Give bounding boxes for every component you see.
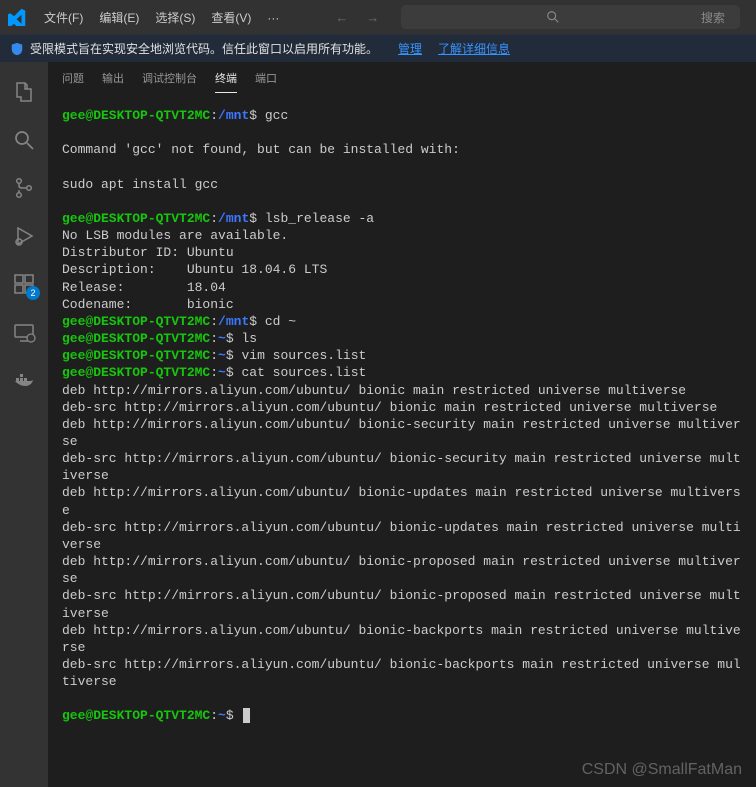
restricted-mode-bar: 受限模式旨在实现安全地浏览代码。信任此窗口以启用所有功能。 管理了解详细信息	[0, 34, 756, 62]
terminal-line: gee@DESKTOP-QTVT2MC:~$ vim sources.list	[62, 347, 742, 364]
terminal-line	[62, 690, 742, 707]
terminal-line: gee@DESKTOP-QTVT2MC:~$ ls	[62, 330, 742, 347]
terminal-line: deb-src http://mirrors.aliyun.com/ubuntu…	[62, 656, 742, 690]
terminal-line: deb http://mirrors.aliyun.com/ubuntu/ bi…	[62, 382, 742, 399]
terminal-line: Distributor ID: Ubuntu	[62, 244, 742, 261]
restricted-link[interactable]: 管理	[398, 40, 422, 57]
terminal-line: deb http://mirrors.aliyun.com/ubuntu/ bi…	[62, 484, 742, 518]
terminal-line: gee@DESKTOP-QTVT2MC:~$	[62, 707, 742, 724]
menubar: 文件(F)编辑(E)选择(S)查看(V)···	[36, 9, 287, 26]
cursor	[243, 708, 250, 723]
vscode-logo-icon	[8, 8, 26, 26]
terminal-line	[62, 193, 742, 210]
extensions-icon[interactable]: 2	[0, 262, 48, 306]
titlebar: 文件(F)编辑(E)选择(S)查看(V)··· ← → 搜索	[0, 0, 756, 34]
menu-item[interactable]: 编辑(E)	[91, 7, 147, 29]
watermark: CSDN @SmallFatMan	[582, 761, 742, 779]
nav-forward-icon[interactable]: →	[362, 8, 383, 27]
terminal-line: Codename: bionic	[62, 296, 742, 313]
run-debug-icon[interactable]	[0, 214, 48, 258]
restricted-text: 受限模式旨在实现安全地浏览代码。信任此窗口以启用所有功能。	[30, 40, 378, 57]
restricted-link[interactable]: 了解详细信息	[438, 40, 510, 57]
panel-tab[interactable]: 端口	[255, 70, 277, 93]
panel: 问题输出调试控制台终端端口 gee@DESKTOP-QTVT2MC:/mnt$ …	[48, 62, 756, 787]
menu-item[interactable]: 查看(V)	[203, 7, 259, 29]
terminal-line: deb http://mirrors.aliyun.com/ubuntu/ bi…	[62, 416, 742, 450]
activity-bar: 2	[0, 62, 48, 787]
terminal-line: deb http://mirrors.aliyun.com/ubuntu/ bi…	[62, 622, 742, 656]
terminal-line: Release: 18.04	[62, 279, 742, 296]
nav-back-icon[interactable]: ←	[331, 8, 352, 27]
terminal-line: gee@DESKTOP-QTVT2MC:/mnt$ lsb_release -a	[62, 210, 742, 227]
terminal-line: gee@DESKTOP-QTVT2MC:/mnt$ cd ~	[62, 313, 742, 330]
search-placeholder: 搜索	[701, 9, 725, 26]
terminal-line: deb-src http://mirrors.aliyun.com/ubuntu…	[62, 399, 742, 416]
terminal-line: deb-src http://mirrors.aliyun.com/ubuntu…	[62, 587, 742, 621]
terminal-line: sudo apt install gcc	[62, 176, 742, 193]
panel-tab[interactable]: 问题	[62, 70, 84, 93]
panel-tab[interactable]: 调试控制台	[142, 70, 197, 93]
menu-item[interactable]: 文件(F)	[36, 7, 91, 29]
shield-icon	[10, 42, 24, 56]
docker-icon[interactable]	[0, 358, 48, 402]
search-icon	[546, 10, 560, 24]
menu-item[interactable]: ···	[259, 7, 287, 29]
menu-item[interactable]: 选择(S)	[147, 7, 203, 29]
search-icon[interactable]	[0, 118, 48, 162]
explorer-icon[interactable]	[0, 70, 48, 114]
badge: 2	[26, 286, 40, 300]
terminal-line: Description: Ubuntu 18.04.6 LTS	[62, 261, 742, 278]
terminal-line: No LSB modules are available.	[62, 227, 742, 244]
panel-tab[interactable]: 输出	[102, 70, 124, 93]
terminal-line: Command 'gcc' not found, but can be inst…	[62, 141, 742, 158]
terminal-line: gee@DESKTOP-QTVT2MC:~$ cat sources.list	[62, 364, 742, 381]
panel-tab[interactable]: 终端	[215, 70, 237, 93]
restricted-links: 管理了解详细信息	[398, 40, 510, 57]
terminal[interactable]: gee@DESKTOP-QTVT2MC:/mnt$ gcc Command 'g…	[48, 93, 756, 787]
terminal-line	[62, 158, 742, 175]
terminal-line: gee@DESKTOP-QTVT2MC:/mnt$ gcc	[62, 107, 742, 124]
panel-tabs: 问题输出调试控制台终端端口	[48, 62, 756, 93]
terminal-line: deb http://mirrors.aliyun.com/ubuntu/ bi…	[62, 553, 742, 587]
source-control-icon[interactable]	[0, 166, 48, 210]
terminal-line: deb-src http://mirrors.aliyun.com/ubuntu…	[62, 519, 742, 553]
nav-arrows: ← →	[331, 8, 383, 27]
terminal-line	[62, 124, 742, 141]
search-box[interactable]: 搜索	[401, 5, 740, 29]
remote-explorer-icon[interactable]	[0, 310, 48, 354]
terminal-line: deb-src http://mirrors.aliyun.com/ubuntu…	[62, 450, 742, 484]
